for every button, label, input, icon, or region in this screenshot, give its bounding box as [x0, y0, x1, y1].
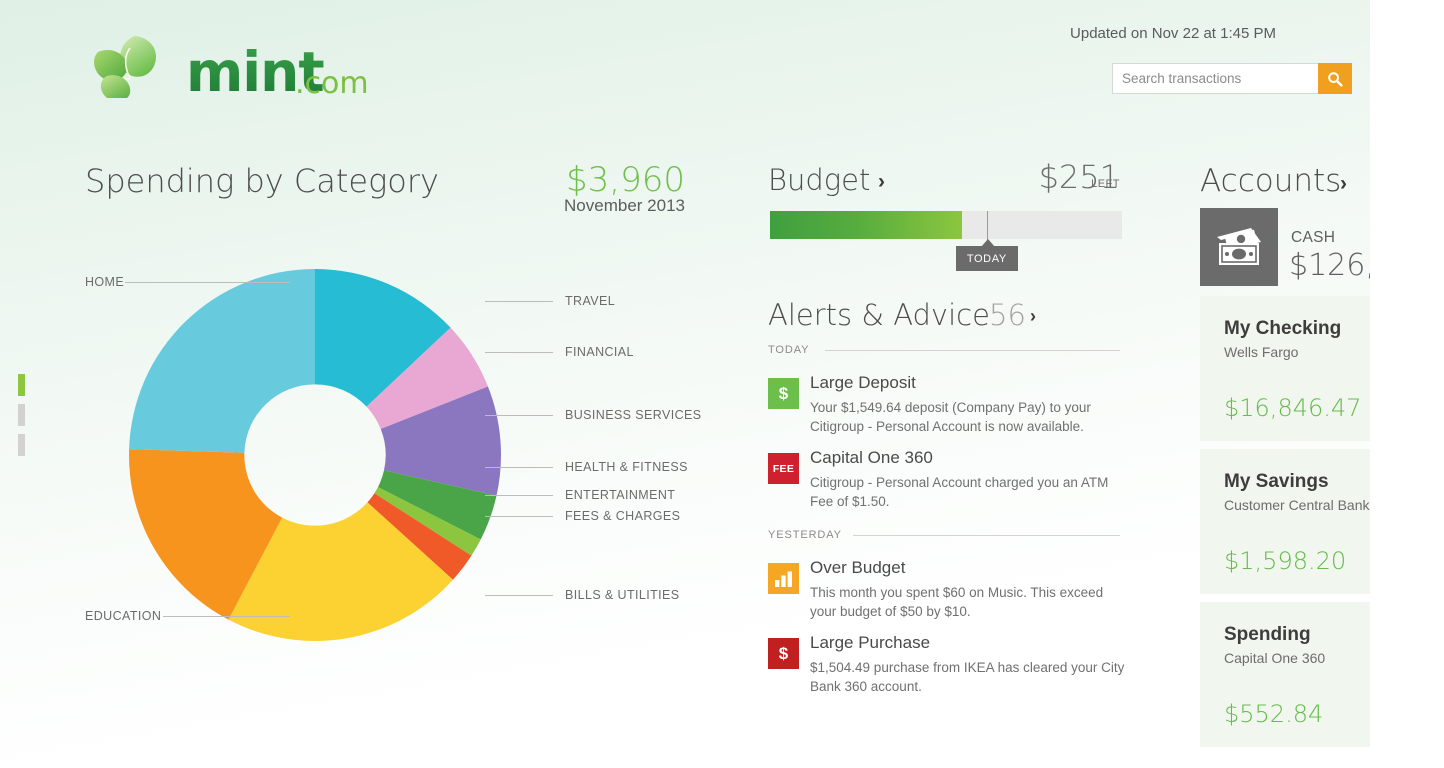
- cash-summary-row[interactable]: CASH $126,5: [1200, 208, 1370, 286]
- cash-label: CASH: [1291, 229, 1336, 246]
- spending-by-category-panel: Spending by Category $3,960 November 201…: [0, 0, 740, 768]
- fee-badge-icon: FEE: [768, 453, 799, 484]
- account-name: My Savings: [1224, 471, 1329, 492]
- budget-progress-track[interactable]: [770, 211, 1122, 239]
- alert-description: $1,504.49 purchase from IKEA has cleared…: [810, 660, 1125, 694]
- alert-description: Your $1,549.64 deposit (Company Pay) to …: [810, 400, 1091, 434]
- account-balance: $552.84: [1224, 700, 1324, 728]
- account-card[interactable]: My Savings Customer Central Bank $1,598.20: [1200, 449, 1370, 594]
- account-institution: Wells Fargo: [1224, 344, 1299, 360]
- accounts-chevron-right-icon[interactable]: ›: [1340, 172, 1347, 196]
- budget-alerts-column: Budget › $251 LEFT TODAY Alerts & Advice…: [768, 0, 1128, 768]
- account-balance: $1,598.20: [1224, 547, 1347, 575]
- budget-progress-fill: [770, 211, 962, 239]
- alerts-day-header: YESTERDAY: [768, 529, 842, 541]
- bar-chart-glyph-icon: [775, 571, 792, 587]
- leader-line-travel: [485, 301, 553, 302]
- alerts-count-badge: 56: [989, 298, 1026, 332]
- leader-line-bills-utilities: [485, 595, 553, 596]
- donut-label-health-fitness: HEALTH & FITNESS: [565, 460, 688, 474]
- budget-remaining-amount: $251: [1038, 158, 1120, 196]
- alerts-day-header: TODAY: [768, 344, 810, 356]
- account-balance: $16,846.47: [1224, 394, 1362, 422]
- account-card[interactable]: My Checking Wells Fargo $16,846.47: [1200, 296, 1370, 441]
- alert-title: Large Purchase: [810, 633, 931, 652]
- cash-icon: [1200, 208, 1278, 286]
- budget-today-tooltip: TODAY: [955, 246, 1018, 271]
- leader-line-entertainment: [485, 495, 553, 496]
- alert-title: Capital One 360: [810, 448, 933, 467]
- alert-title: Over Budget: [810, 558, 906, 577]
- spending-total: $3,960: [566, 160, 685, 200]
- alerts-heading[interactable]: Alerts & Advice: [768, 298, 990, 332]
- accounts-heading[interactable]: Accounts: [1200, 163, 1341, 199]
- leader-line-fees-charges: [485, 516, 553, 517]
- leader-line-home: [125, 282, 290, 283]
- leader-line-financial: [485, 352, 553, 353]
- mint-dashboard: mint .com Updated on Nov 22 at 1:45 PM S…: [0, 0, 1444, 768]
- spending-month: November 2013: [564, 196, 685, 215]
- dollar-badge-icon: $: [768, 378, 799, 409]
- donut-slice-home[interactable]: [129, 269, 315, 453]
- donut-label-travel: TRAVEL: [565, 294, 616, 308]
- account-institution: Customer Central Bank: [1224, 497, 1370, 513]
- dashboard-viewport: mint .com Updated on Nov 22 at 1:45 PM S…: [0, 0, 1370, 768]
- leader-line-health-fitness: [485, 467, 553, 468]
- cash-amount: $126,5: [1289, 248, 1370, 283]
- budget-left-label: LEFT: [1091, 178, 1120, 190]
- account-name: My Checking: [1224, 318, 1342, 339]
- dollar-badge-icon: $: [768, 638, 799, 669]
- page-title: Spending by Category: [85, 162, 439, 200]
- alerts-chevron-right-icon[interactable]: ›: [1030, 306, 1036, 327]
- donut-label-financial: FINANCIAL: [565, 345, 634, 359]
- account-institution: Capital One 360: [1224, 650, 1326, 666]
- alerts-day-rule: [853, 535, 1120, 536]
- donut-label-education: EDUCATION: [85, 609, 162, 623]
- account-card[interactable]: Spending Capital One 360 $552.84: [1200, 602, 1370, 747]
- donut-label-home: HOME: [85, 275, 125, 289]
- accounts-panel: Accounts › CASH $126,5: [1200, 0, 1370, 768]
- donut-label-fees-charges: FEES & CHARGES: [565, 509, 681, 523]
- leader-line-business-services: [485, 415, 553, 416]
- budget-chevron-right-icon[interactable]: ›: [878, 170, 885, 194]
- alerts-day-rule: [825, 350, 1120, 351]
- donut-label-entertainment: ENTERTAINMENT: [565, 488, 676, 502]
- alert-description: This month you spent $60 on Music. This …: [810, 585, 1104, 619]
- banknotes-icon: [1217, 228, 1261, 265]
- donut-label-bills-utilities: BILLS & UTILITIES: [565, 588, 680, 602]
- spending-donut-chart[interactable]: HOME EDUCATION TRAVEL FINANCIAL BUSINESS SER…: [85, 258, 725, 658]
- bar-chart-badge-icon: [768, 563, 799, 594]
- donut-label-business-services: BUSINESS SERVICES: [565, 408, 702, 422]
- account-name: Spending: [1224, 624, 1311, 645]
- leader-line-education: [163, 616, 290, 617]
- budget-heading[interactable]: Budget: [768, 163, 870, 197]
- alert-description: Citigroup - Personal Account charged you…: [810, 475, 1109, 509]
- alert-title: Large Deposit: [810, 373, 916, 392]
